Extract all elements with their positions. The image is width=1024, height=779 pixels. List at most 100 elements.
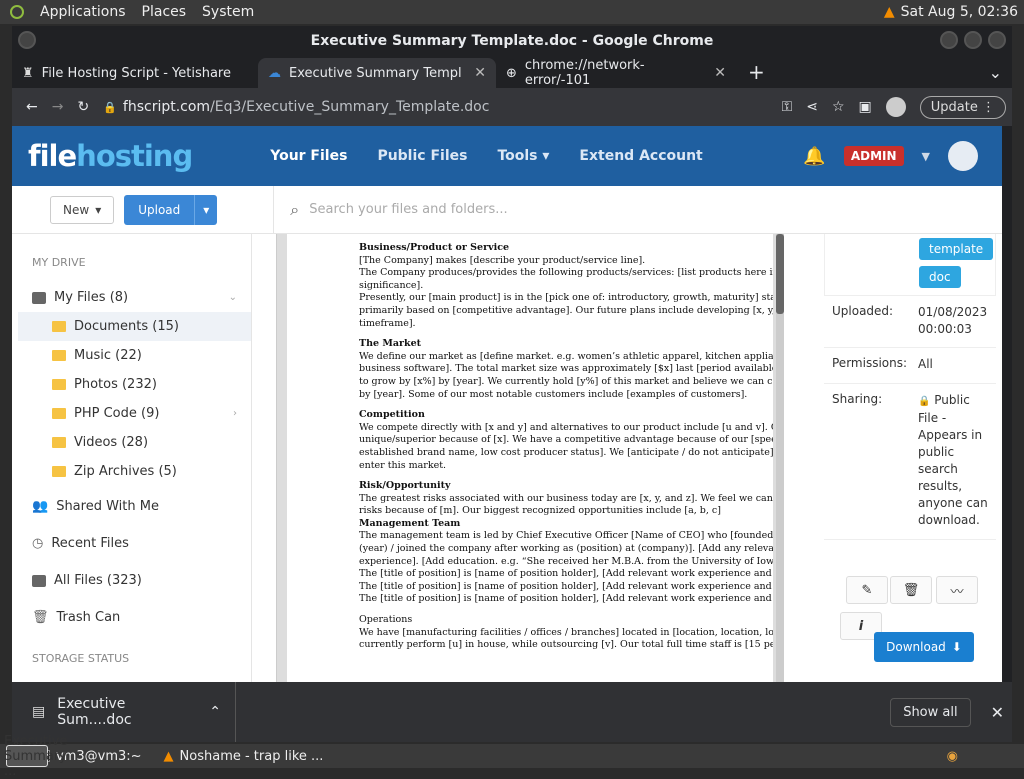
tab-network-error[interactable]: ⊕ chrome://network-error/-101 ✕ (496, 58, 736, 88)
back-icon[interactable]: ← (26, 99, 38, 115)
row-sharing: Sharing: 🔒 Public File - Appears in publ… (824, 384, 996, 540)
sidebar-item-all-files[interactable]: All Files (323) (12, 566, 251, 595)
folder-icon (52, 466, 66, 477)
sidebar-folder-documents[interactable]: Documents (15) (18, 312, 251, 341)
sidebar-item-shared-with-me[interactable]: 👥 Shared With Me (12, 492, 251, 521)
sidebar-item-recent-files[interactable]: ◷ Recent Files (12, 529, 251, 558)
folder-icon (52, 437, 66, 448)
sharing-value: 🔒 Public File - Appears in public search… (918, 393, 988, 527)
tag-doc[interactable]: doc (919, 266, 961, 288)
sidebar-folder-music[interactable]: Music (22) (12, 341, 251, 370)
folder-icon (52, 350, 66, 361)
minimize-icon[interactable] (940, 31, 958, 49)
reload-icon[interactable]: ↻ (77, 99, 89, 115)
section-storage-status: STORAGE STATUS (32, 652, 130, 665)
tab-yetishare[interactable]: ♜ File Hosting Script - Yetishare (12, 58, 258, 88)
permissions-label: Permissions: (832, 356, 908, 370)
clock[interactable]: Sat Aug 5, 02:36 (901, 4, 1018, 20)
section-my-drive: MY DRIVE (32, 256, 86, 269)
os-taskbar: vm3@vm3:~ ◉Executive Summary ... ▲Nosham… (0, 734, 1024, 779)
task-vlc[interactable]: ▲ Noshame - trap like ... (156, 745, 332, 767)
doc-line: The [title of position] is [name of posi… (359, 580, 773, 592)
menu-system[interactable]: System (202, 4, 254, 20)
doc-line: The greatest risks associated with our b… (359, 492, 773, 504)
nav-extend-account[interactable]: Extend Account (579, 148, 702, 164)
search-bar: ⌕ Search your files and folders... (273, 185, 508, 234)
profile-avatar-icon[interactable] (885, 97, 906, 117)
drive-icon (32, 574, 46, 587)
vlc-tray-icon[interactable]: ▲ (884, 4, 895, 20)
new-button[interactable]: New ▾ (50, 195, 115, 224)
key-icon[interactable]: ⚿ (782, 99, 793, 115)
user-avatar-icon[interactable] (948, 141, 978, 171)
nav-tools[interactable]: Tools ▾ (497, 148, 549, 164)
task-chrome[interactable]: ◉Executive Summary ... (4, 734, 67, 779)
bell-icon[interactable]: 🔔 (803, 146, 825, 167)
document-preview[interactable]: Business/Product or Service [The Company]… (276, 234, 784, 682)
menu-applications[interactable]: Applications (40, 4, 126, 20)
sidebar-folder-photos[interactable]: Photos (232) (12, 370, 251, 399)
lock-icon: 🔒 (918, 396, 931, 407)
downloads-bar: ▤ Executive Sum....doc ⌃ Show all ✕ (12, 682, 1012, 742)
globe-favicon-icon: ⊕ (506, 65, 517, 81)
update-button[interactable]: Update ⋮ (919, 95, 1006, 119)
close-tab-icon[interactable]: ✕ (474, 65, 486, 81)
delete-button[interactable]: 🗑 (890, 576, 932, 604)
doc-line: business software]. The total market siz… (359, 363, 773, 375)
doc-line: experience]. [Add education. e.g. “She r… (359, 555, 773, 567)
browser-window: Executive Summary Template.doc - Google … (12, 26, 1012, 742)
share-icon[interactable]: ⋖ (806, 99, 818, 115)
doc-line: established brand name, low cost produce… (359, 446, 773, 458)
side-panel-icon[interactable]: ▣ (859, 99, 872, 115)
trash-icon: 🗑 (902, 582, 920, 598)
site-logo[interactable]: filehosting (28, 139, 193, 173)
close-window-icon[interactable] (988, 31, 1006, 49)
doc-line: enter this market. (359, 459, 447, 471)
search-icon: ⌕ (290, 199, 300, 219)
tab-executive-summary[interactable]: ☁ Executive Summary Template ✕ (258, 58, 496, 88)
vlc-icon: ▲ (163, 748, 174, 764)
menu-places[interactable]: Places (142, 4, 187, 20)
tab-search-icon[interactable]: ⌄ (989, 63, 1002, 82)
tab-label: File Hosting Script - Yetishare (41, 65, 231, 81)
nav-public-files[interactable]: Public Files (377, 148, 467, 164)
stats-button[interactable]: 〰 (936, 576, 978, 604)
chevron-down-icon[interactable]: ▼ (922, 150, 930, 163)
info-icon: i (858, 618, 864, 634)
sidebar-item-trash-can[interactable]: 🗑 Trash Can (12, 603, 251, 632)
sidebar-item-my-files[interactable]: My Files (8) ⌄ (12, 283, 251, 312)
search-input[interactable]: Search your files and folders... (309, 202, 507, 217)
chrome-tray-icon[interactable]: ◉ (947, 749, 958, 764)
bookmark-star-icon[interactable]: ☆ (832, 99, 845, 115)
maximize-icon[interactable] (964, 31, 982, 49)
os-logo-icon[interactable] (10, 5, 24, 19)
lock-icon[interactable]: 🔒 (103, 101, 117, 114)
sidebar-folder-videos[interactable]: Videos (28) (12, 428, 251, 457)
admin-badge[interactable]: ADMIN (843, 146, 904, 166)
doc-line: We define our market as [define market. … (359, 350, 773, 362)
url-field[interactable]: 🔒 fhscript.com/Eq3/Executive_Summary_Tem… (103, 99, 767, 115)
doc-line: Presently, our [main product] is in the … (359, 292, 773, 304)
file-toolbar: New ▾ Upload ▾ ⌕ Search your files and fo… (12, 185, 1002, 234)
folder-icon (52, 408, 66, 419)
doc-heading: The Market (359, 338, 422, 350)
doc-line: The [title of position] is [name of posi… (359, 568, 773, 580)
url-host: fhscript.com (122, 99, 211, 115)
doc-gap (359, 330, 773, 338)
upload-button[interactable]: Upload ▾ (124, 194, 218, 225)
new-tab-icon[interactable]: + (748, 60, 765, 84)
show-all-button[interactable]: Show all (890, 697, 971, 727)
edit-button[interactable]: ✎ (846, 576, 888, 604)
tag-template[interactable]: template (919, 238, 994, 260)
sidebar-folder-php-code[interactable]: PHP Code (9) › (12, 399, 251, 428)
sidebar-folder-zip-archives[interactable]: Zip Archives (5) (12, 457, 251, 486)
preview-scrollbar[interactable] (776, 234, 784, 682)
close-tab-icon[interactable]: ✕ (714, 65, 726, 81)
uploaded-label: Uploaded: (832, 304, 894, 318)
nav-your-files[interactable]: Your Files (270, 148, 347, 164)
window-menu-icon[interactable] (18, 31, 36, 49)
close-downloads-icon[interactable]: ✕ (991, 703, 1004, 722)
sharing-label: Sharing: (832, 392, 883, 406)
forward-icon[interactable]: → (52, 99, 64, 115)
download-button[interactable]: Download ⬇ (874, 632, 974, 662)
